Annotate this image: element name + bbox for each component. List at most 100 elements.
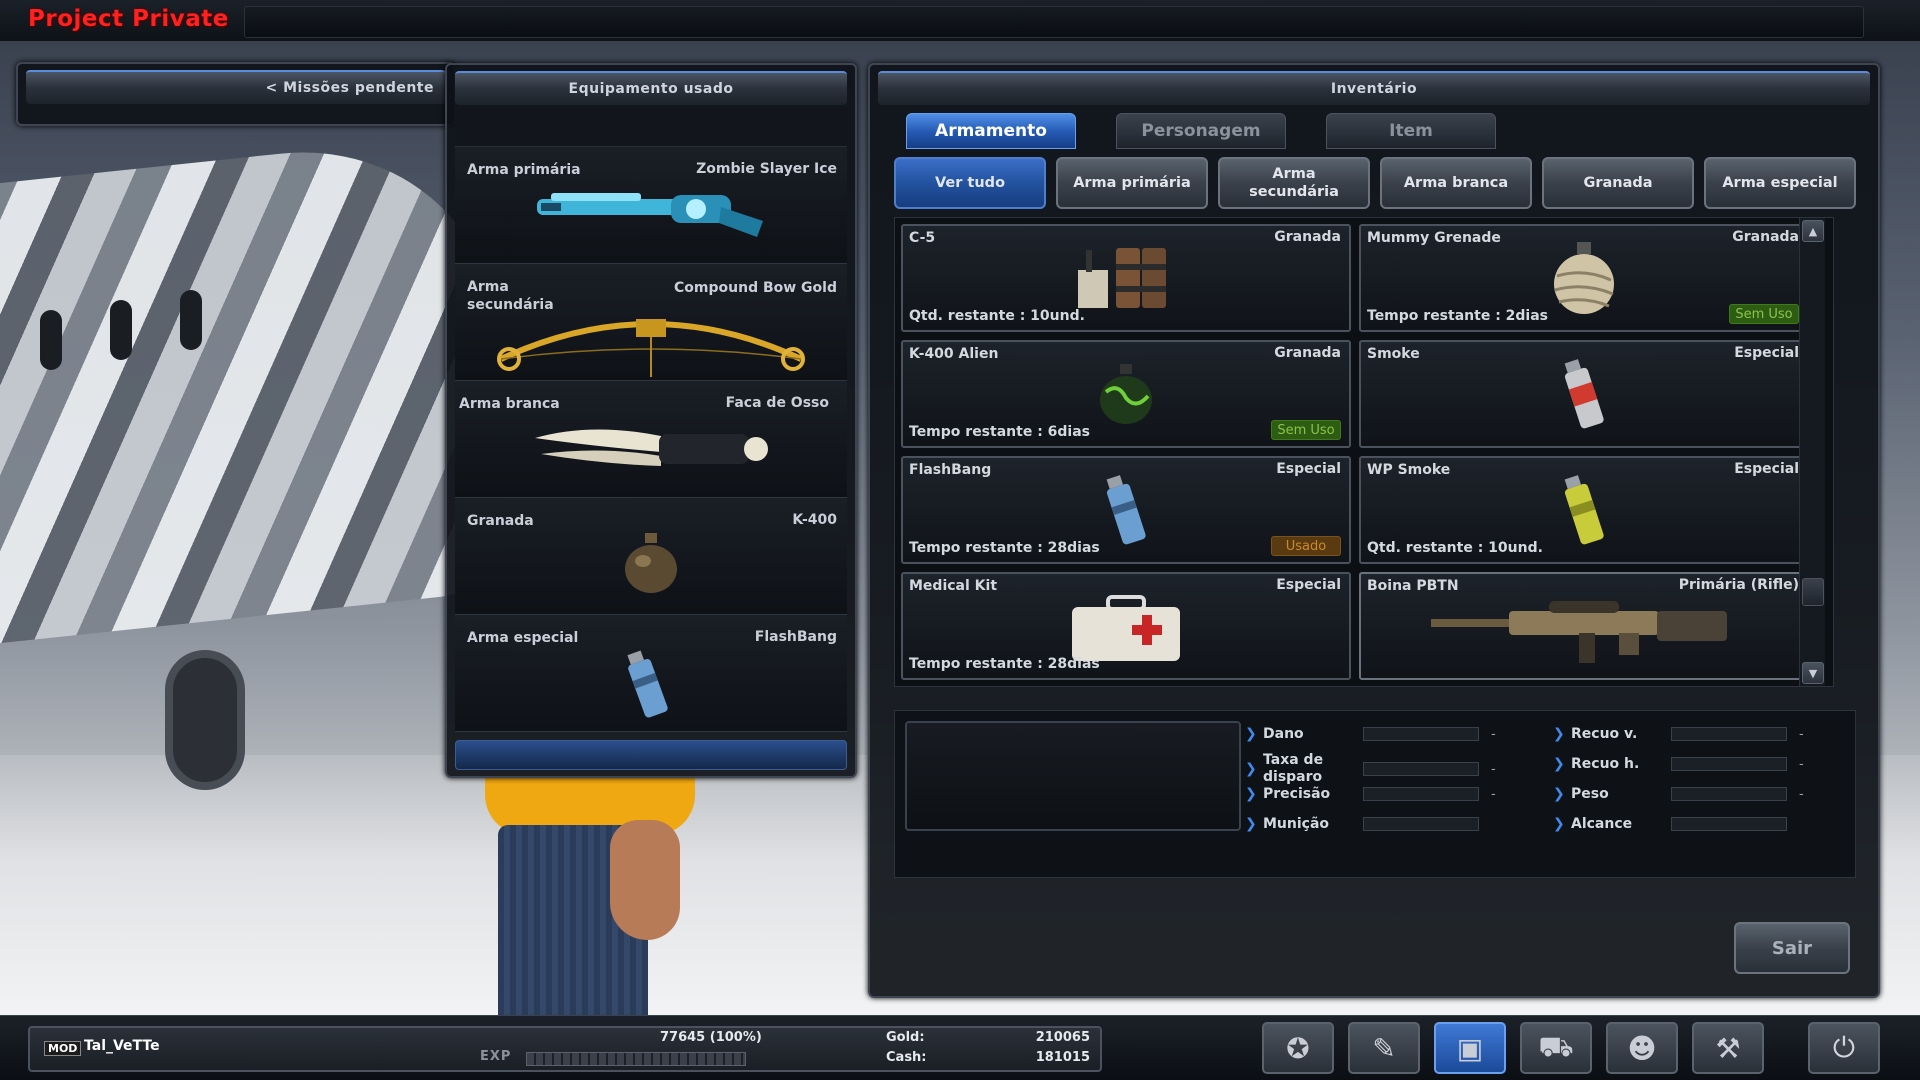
stat-bar xyxy=(1363,762,1479,776)
stat-label: Precisão xyxy=(1263,785,1331,802)
stat-value: - xyxy=(1491,726,1496,742)
weapon-preview-box xyxy=(905,721,1241,831)
equip-slot-special[interactable]: Arma especial FlashBang xyxy=(455,615,847,732)
app-logo: Project Private xyxy=(28,6,229,32)
heli-window xyxy=(110,300,132,360)
community-icon[interactable]: ☻ xyxy=(1606,1022,1678,1074)
grenade-icon xyxy=(621,531,681,599)
stat-row: ❯ Recuo h. - xyxy=(1553,753,1804,775)
stat-row: ❯ Recuo v. - xyxy=(1553,723,1804,745)
item-category: Especial xyxy=(1276,577,1341,593)
item-info: Tempo restante : 6dias xyxy=(909,424,1091,440)
chevron-right-icon: ❯ xyxy=(1245,816,1257,832)
equipment-panel: Equipamento usado Arma primária Zombie S… xyxy=(445,63,857,778)
slot-item-name: Faca de Osso xyxy=(725,395,829,411)
stat-bar xyxy=(1671,727,1787,741)
rifle-icon xyxy=(1429,597,1739,671)
helicopter-graphic xyxy=(0,130,500,650)
mummy-grenade-icon xyxy=(1549,240,1619,320)
filter-primary-button[interactable]: Arma primária xyxy=(1056,157,1208,209)
stat-value: - xyxy=(1491,786,1496,802)
inventory-item-card[interactable]: FlashBang Especial Tempo restante : 28di… xyxy=(901,456,1351,564)
chevron-right-icon: ❯ xyxy=(1245,761,1257,777)
smoke-grenade-icon xyxy=(1559,357,1609,435)
stat-bar xyxy=(1363,817,1479,831)
stat-label: Recuo h. xyxy=(1571,755,1640,772)
inventory-scrollbar[interactable]: ▲ ▼ xyxy=(1799,218,1825,686)
stat-row: ❯ Alcance xyxy=(1553,813,1799,835)
chevron-right-icon: ❯ xyxy=(1245,786,1257,802)
slot-type-label: Arma branca xyxy=(459,396,560,412)
weapon-stats-panel: ❯ Dano - ❯ Taxa de disparo - ❯ Precisão … xyxy=(894,710,1856,878)
inventory-item-card[interactable]: K-400 Alien Granada Tempo restante : 6di… xyxy=(901,340,1351,448)
filter-special-button[interactable]: Arma especial xyxy=(1704,157,1856,209)
player-name: Tal_VeTTe xyxy=(84,1038,160,1054)
scroll-down-icon[interactable]: ▼ xyxy=(1802,662,1824,684)
tab-item[interactable]: Item xyxy=(1326,113,1496,149)
item-name: Smoke xyxy=(1367,346,1420,362)
item-name: Mummy Grenade xyxy=(1367,230,1501,246)
chevron-right-icon: ❯ xyxy=(1553,756,1565,772)
flashbang-icon xyxy=(621,645,681,729)
stat-label: Recuo v. xyxy=(1571,725,1638,742)
scroll-thumb[interactable] xyxy=(1802,578,1824,606)
heli-wheel xyxy=(165,650,245,790)
missions-pending-toggle[interactable]: < Missões pendente xyxy=(26,70,446,104)
top-bar: Project Private xyxy=(0,0,1920,42)
bone-knife-icon xyxy=(531,416,771,480)
notebook-icon[interactable]: ✎ xyxy=(1348,1022,1420,1074)
filter-melee-button[interactable]: Arma branca xyxy=(1380,157,1532,209)
stat-row: ❯ Peso - xyxy=(1553,783,1804,805)
status-badge: Sem Uso xyxy=(1729,304,1799,324)
filter-all-button[interactable]: Ver tudo xyxy=(894,157,1046,209)
category-filters: Ver tudo Arma primária Arma secundária A… xyxy=(894,157,1856,209)
stat-label: Alcance xyxy=(1571,815,1633,832)
inventory-item-card[interactable]: WP Smoke Especial Qtd. restante : 10und. xyxy=(1359,456,1809,564)
item-info: Qtd. restante : 10und. xyxy=(1367,540,1543,556)
stat-bar xyxy=(1671,817,1787,831)
inventory-item-card[interactable]: C-5 Granada Qtd. restante : 10und. xyxy=(901,224,1351,332)
tab-personagem[interactable]: Personagem xyxy=(1116,113,1286,149)
equip-slot-grenade[interactable]: Granada K-400 xyxy=(455,498,847,615)
tab-armamento[interactable]: Armamento xyxy=(906,113,1076,149)
chevron-right-icon: ❯ xyxy=(1553,786,1565,802)
slot-item-name: K-400 xyxy=(792,512,837,528)
exit-button[interactable]: Sair xyxy=(1734,922,1850,974)
inventory-item-card[interactable]: Boina PBTN Primária (Rifle) xyxy=(1359,572,1809,680)
chevron-right-icon: ❯ xyxy=(1245,726,1257,742)
equipment-blank-row xyxy=(455,107,847,147)
power-icon[interactable]: ⏻ xyxy=(1808,1022,1880,1074)
stat-label: Peso xyxy=(1571,785,1609,802)
scroll-up-icon[interactable]: ▲ xyxy=(1802,220,1824,242)
inventory-item-card[interactable]: Smoke Especial xyxy=(1359,340,1809,448)
stat-bar xyxy=(1363,787,1479,801)
equip-slot-secondary[interactable]: Arma secundária Compound Bow Gold xyxy=(455,264,847,381)
stat-value: - xyxy=(1799,756,1804,772)
gold-label: Gold: xyxy=(886,1030,925,1045)
settings-wrench-icon[interactable]: ⚒ xyxy=(1692,1022,1764,1074)
item-info: Tempo restante : 2dias xyxy=(1367,308,1549,324)
bottom-bar: MOD Tal_VeTTe 77645 (100%) EXP Gold: 210… xyxy=(0,1015,1920,1080)
clan-emblem-icon[interactable]: ✪ xyxy=(1262,1022,1334,1074)
stat-value: - xyxy=(1799,786,1804,802)
stat-row: ❯ Precisão - xyxy=(1245,783,1496,805)
inventory-item-card[interactable]: Mummy Grenade Granada Tempo restante : 2… xyxy=(1359,224,1809,332)
status-badge: Sem Uso xyxy=(1271,420,1341,440)
inventory-item-card[interactable]: Medical Kit Especial Tempo restante : 28… xyxy=(901,572,1351,680)
item-category: Granada xyxy=(1274,229,1341,245)
inventory-bag-icon[interactable]: ▣ xyxy=(1434,1022,1506,1074)
stat-row: ❯ Dano - xyxy=(1245,723,1496,745)
shop-cart-icon[interactable]: ⛟ xyxy=(1520,1022,1592,1074)
filter-secondary-button[interactable]: Arma secundária xyxy=(1218,157,1370,209)
player-character xyxy=(480,775,700,1015)
equip-slot-primary[interactable]: Arma primária Zombie Slayer Ice xyxy=(455,147,847,264)
flashbang-icon xyxy=(1101,473,1151,551)
stat-value: - xyxy=(1491,761,1496,777)
stat-value: - xyxy=(1799,726,1804,742)
heli-window xyxy=(180,290,202,350)
wp-smoke-icon xyxy=(1559,473,1609,551)
filter-grenade-button[interactable]: Granada xyxy=(1542,157,1694,209)
item-category: Primária (Rifle) xyxy=(1678,577,1799,593)
item-name: C-5 xyxy=(909,230,936,246)
equip-slot-melee[interactable]: Arma branca Faca de Osso xyxy=(455,381,847,498)
